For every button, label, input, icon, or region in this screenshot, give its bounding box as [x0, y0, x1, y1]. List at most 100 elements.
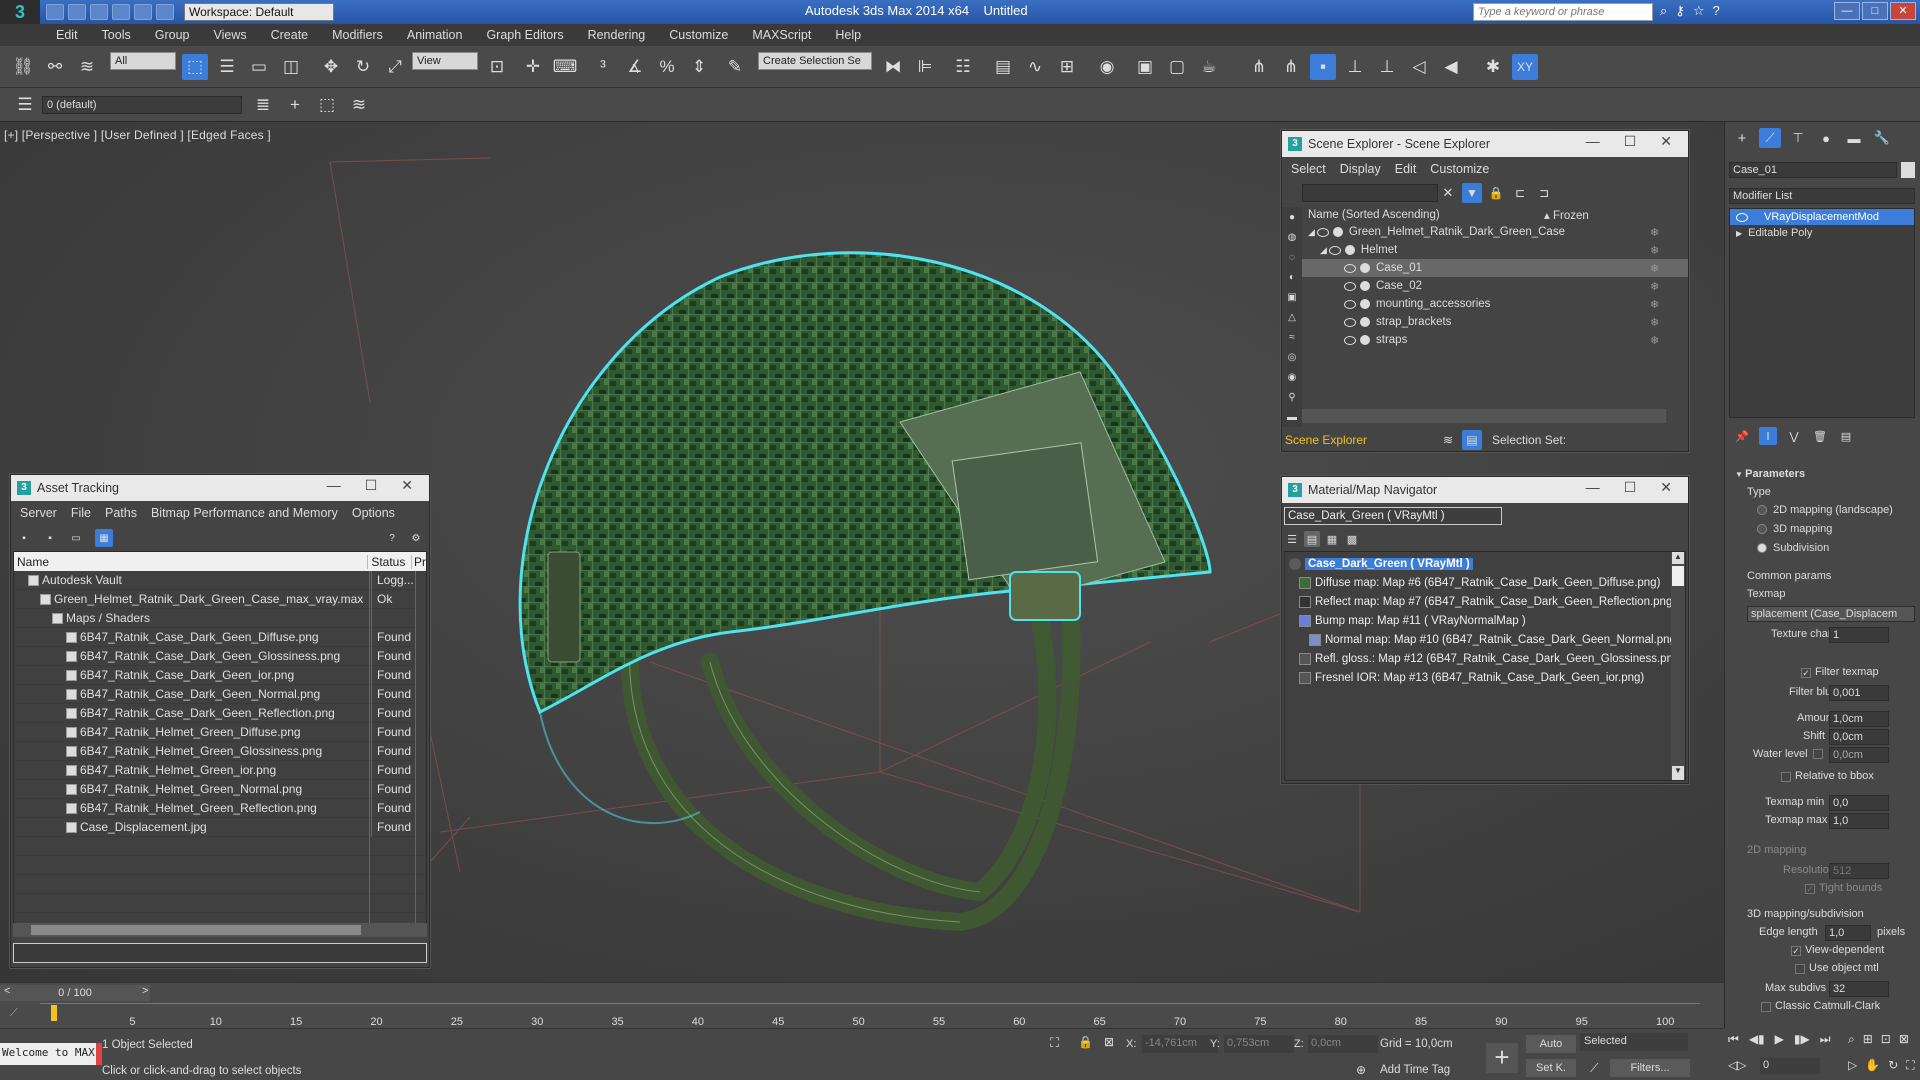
table-row[interactable]: 6B47_Ratnik_Case_Dark_Geen_Glossiness.pn… — [16, 646, 417, 666]
clear-find-icon[interactable]: ✕ — [1438, 183, 1458, 203]
graphite-ribbon-icon[interactable]: ▤ — [990, 54, 1016, 80]
close-button[interactable]: ✕ — [1660, 133, 1672, 150]
curve-editor-icon[interactable]: ∿ — [1022, 54, 1048, 80]
viewport-label[interactable]: [+] [Perspective ] [User Defined ] [Edge… — [4, 128, 271, 142]
modifier-list-dropdown[interactable]: Modifier List — [1729, 188, 1915, 204]
material-editor-icon[interactable]: ◉ — [1094, 54, 1120, 80]
snap-midpoint-icon[interactable]: ▪ — [1310, 54, 1336, 80]
close-button[interactable]: ✕ — [1890, 2, 1916, 20]
snap-edge-icon[interactable]: ⊥ — [1342, 54, 1368, 80]
pan-icon[interactable]: ✋ — [1865, 1058, 1880, 1073]
freeze-icon[interactable]: ❄ — [1650, 298, 1659, 311]
menu-modifiers[interactable]: Modifiers — [332, 28, 383, 42]
zoom-all-icon[interactable]: ⊞ — [1863, 1032, 1873, 1047]
scroll-down-icon[interactable]: ▼ — [1672, 766, 1684, 780]
absolute-mode-icon[interactable]: ⊠ — [1104, 1035, 1114, 1049]
shift-spinner[interactable]: 0,0cm — [1829, 729, 1889, 745]
key-mode-toggle-icon[interactable]: ◁▷ — [1728, 1058, 1746, 1072]
material-map-item[interactable]: Bump map: Map #11 ( VRayNormalMap ) — [1299, 611, 1526, 630]
undo-icon[interactable] — [90, 4, 108, 20]
move-icon[interactable]: ✥ — [318, 54, 344, 80]
remove-modifier-icon[interactable]: 🗑 — [1811, 427, 1829, 445]
curve-editor-toggle-icon[interactable]: ⟋ — [10, 1007, 18, 1020]
texmap-min-spinner[interactable]: 0,0 — [1829, 795, 1889, 811]
menu-views[interactable]: Views — [213, 28, 246, 42]
menu-edit[interactable]: Edit — [1395, 162, 1417, 176]
rendered-frame-icon[interactable]: ▢ — [1164, 54, 1190, 80]
orbit-icon[interactable]: ↻ — [1888, 1058, 1898, 1073]
eye-icon[interactable] — [1316, 227, 1329, 237]
menu-graph-editors[interactable]: Graph Editors — [486, 28, 563, 42]
eye-icon[interactable] — [1344, 317, 1356, 327]
minimize-button[interactable]: — — [1586, 479, 1600, 496]
close-button[interactable]: ✕ — [401, 477, 413, 494]
classic-catmull-checkbox[interactable] — [1761, 1002, 1771, 1012]
object-name-field[interactable]: Case_01 — [1729, 162, 1897, 178]
prev-key-icon[interactable]: ◀▮ — [1749, 1032, 1765, 1047]
go-to-end-icon[interactable]: ⏭ — [1820, 1032, 1831, 1047]
table-row[interactable]: 6B47_Ratnik_Case_Dark_Geen_ior.png Found — [16, 665, 417, 685]
filter-texmap-checkbox[interactable]: ✓ — [1801, 668, 1811, 678]
column-name[interactable]: Name — [14, 555, 367, 569]
selection-set-icon[interactable]: ▤ — [1462, 430, 1482, 450]
project-folder-icon[interactable] — [156, 4, 174, 20]
table-row[interactable]: 6B47_Ratnik_Helmet_Green_Reflection.png F… — [16, 798, 417, 818]
isolate-selection-icon[interactable]: ⛶ — [1050, 1035, 1059, 1051]
column-frozen[interactable]: ▴ Frozen — [1544, 208, 1589, 222]
set-key-big-icon[interactable]: + — [1486, 1043, 1518, 1073]
delete-filter-icon[interactable]: ▬ — [1284, 409, 1300, 425]
tight-bounds-checkbox[interactable]: ✓ — [1805, 884, 1815, 894]
table-row[interactable]: Autodesk Vault Logg... — [16, 570, 417, 590]
vault-icon[interactable]: ▪ — [15, 529, 33, 547]
parameters-rollout[interactable]: ▼ Parameters — [1735, 468, 1805, 480]
menu-select[interactable]: Select — [1291, 162, 1326, 176]
menu-tools[interactable]: Tools — [102, 28, 131, 42]
star-icon[interactable]: ☆ — [1693, 3, 1705, 19]
view-dependent-checkbox[interactable]: ✓ — [1791, 946, 1801, 956]
water-level-spinner[interactable]: 0,0cm — [1829, 747, 1889, 763]
menu-paths[interactable]: Paths — [105, 506, 137, 520]
window-crossing-icon[interactable]: ◫ — [278, 54, 304, 80]
table-row[interactable]: 6B47_Ratnik_Helmet_Green_ior.png Found — [16, 760, 417, 780]
expand-arrow-icon[interactable]: ◢ — [1308, 227, 1315, 238]
layer-sort-icon[interactable]: ⊐ — [1534, 183, 1554, 203]
percent-snap-icon[interactable]: % — [654, 54, 680, 80]
help-icon[interactable]: ? — [383, 529, 401, 547]
current-material-field[interactable]: Case_Dark_Green ( VRayMtl ) — [1284, 507, 1502, 525]
path-field[interactable] — [13, 943, 427, 963]
geometry-filter-icon[interactable]: ◍ — [1284, 229, 1300, 245]
set-key-button[interactable]: Set K. — [1526, 1059, 1576, 1077]
make-unique-icon[interactable]: ⋁ — [1785, 427, 1803, 445]
scene-tree-item[interactable]: ◢ Helmet ❄ — [1302, 241, 1688, 259]
next-key-icon[interactable]: ▮▶ — [1794, 1032, 1810, 1047]
scene-tree-item[interactable]: Case_02 ❄ — [1302, 277, 1688, 295]
edge-length-spinner[interactable]: 1,0 — [1825, 925, 1871, 941]
select-by-name-icon[interactable]: ☰ — [214, 54, 240, 80]
auto-key-button[interactable]: Auto — [1526, 1035, 1576, 1053]
menu-customize[interactable]: Customize — [1430, 162, 1489, 176]
menu-animation[interactable]: Animation — [407, 28, 463, 42]
render-icon[interactable]: ☕ — [1196, 54, 1222, 80]
menu-maxscript[interactable]: MAXScript — [752, 28, 811, 42]
zoom-icon[interactable]: ⌕ — [1848, 1032, 1855, 1047]
menu-create[interactable]: Create — [271, 28, 309, 42]
named-selection-dropdown[interactable]: Create Selection Se — [758, 52, 872, 70]
scene-explorer-name-dropdown[interactable]: Scene Explorer — [1282, 433, 1430, 447]
freeze-icon[interactable]: ❄ — [1650, 280, 1659, 293]
vertical-scrollbar[interactable]: ▲ ▼ — [1671, 552, 1685, 780]
current-frame-marker[interactable] — [51, 1005, 57, 1021]
key-filter-dropdown[interactable]: Selected — [1580, 1033, 1688, 1051]
xref-filter-icon[interactable]: ◉ — [1284, 369, 1300, 385]
expand-arrow-icon[interactable]: ▶ — [1736, 229, 1742, 238]
hierarchy-tab-icon[interactable]: ⊤ — [1787, 128, 1809, 148]
list-view-icon[interactable]: ▪ — [41, 529, 59, 547]
column-name-sorted[interactable]: Name (Sorted Ascending) — [1302, 209, 1544, 221]
freeze-icon[interactable]: ❄ — [1650, 262, 1659, 275]
utilities-tab-icon[interactable]: 🔧 — [1871, 128, 1893, 148]
table-row[interactable]: 6B47_Ratnik_Case_Dark_Geen_Normal.png Fou… — [16, 684, 417, 704]
freeze-icon[interactable]: ❄ — [1650, 226, 1659, 239]
prev-frame-icon[interactable]: < — [4, 985, 10, 997]
menu-rendering[interactable]: Rendering — [588, 28, 646, 42]
go-to-start-icon[interactable]: ⏮ — [1728, 1032, 1739, 1047]
horizontal-scrollbar[interactable] — [1302, 409, 1666, 423]
